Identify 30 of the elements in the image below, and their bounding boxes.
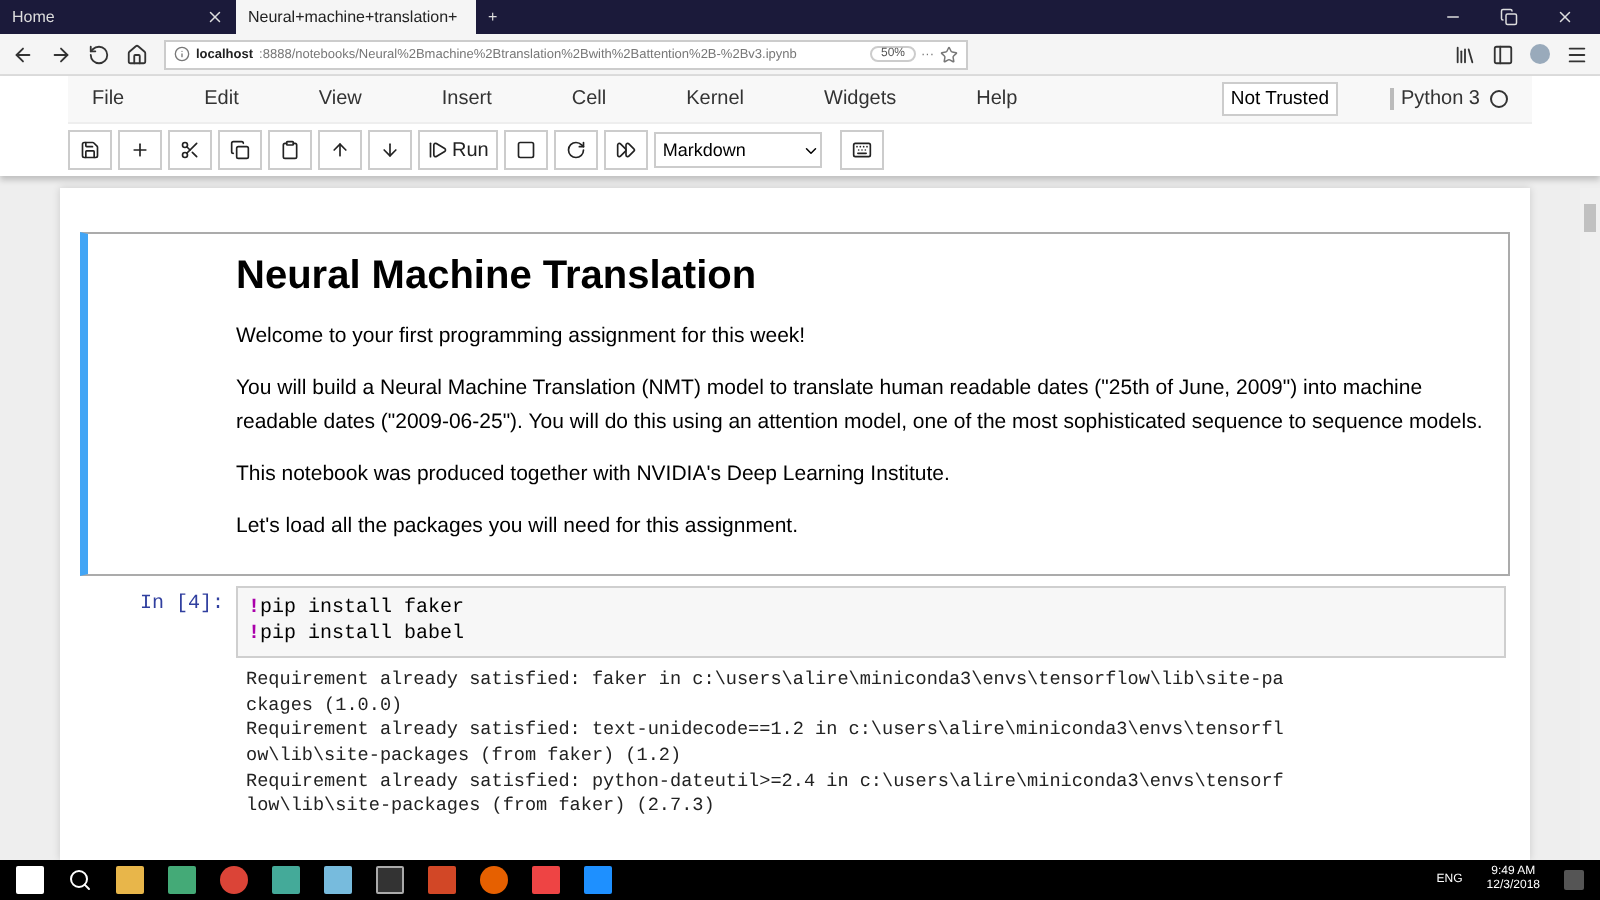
menu-item[interactable]: Help <box>976 88 1018 110</box>
menu-item[interactable]: Widgets <box>824 88 897 110</box>
code-line: !pip install faker <box>248 596 467 623</box>
output-line: ckages (1.0.0) <box>246 693 405 719</box>
output-line: ow\lib\site-packages (from faker) (1.2) <box>246 743 684 770</box>
code-input[interactable]: !pip install faker !pip install babel <box>236 586 1506 659</box>
paragraph: Let's load all the packages you will need for this assignment. <box>236 512 800 543</box>
menu-item[interactable]: Insert <box>441 88 492 110</box>
trust-indicator[interactable]: Not Trusted <box>1222 82 1338 116</box>
menu-item[interactable]: Edit <box>204 88 239 110</box>
input-prompt: In [4]: <box>137 591 226 621</box>
code-line: !pip install babel <box>248 622 467 649</box>
paragraph: Welcome to your first programming assignment for this week! <box>236 322 808 352</box>
new-tab-button[interactable]: + <box>476 0 516 34</box>
run-button[interactable]: Run <box>418 130 499 170</box>
output-line: low\lib\site-packages (from faker) (2.7.3) <box>246 794 717 820</box>
menu-item[interactable]: Cell <box>571 88 607 110</box>
kernel-name: Python 3 <box>1389 88 1508 110</box>
paragraph: You will build a Neural Machine Translation (NMT) model to translate human readable dates ("25th of June, 2009") into machine readable dates ("2009-06-25"). You will do this using an attention model, one of the most sophisticated sequence to sequence models. <box>236 374 1485 438</box>
cell-type-select[interactable]: Markdown <box>654 132 823 168</box>
browser-tab[interactable]: Home <box>0 0 236 34</box>
menu-item[interactable]: Kernel <box>686 88 745 110</box>
menu-item[interactable]: View <box>318 88 362 110</box>
notebook-title: Neural Machine Translation <box>236 254 759 300</box>
output-line: Requirement already satisfied: text-unidecode==1.2 in c:\users\alire\miniconda3\envs\tensorfl <box>246 718 1286 744</box>
paragraph: This notebook was produced together with NVIDIA's Deep Learning Institute. <box>236 459 952 490</box>
output-line: Requirement already satisfied: faker in c:\users\alire\miniconda3\envs\tensorflow\lib\site-pa <box>246 668 1286 694</box>
browser-tab[interactable]: Neural+machine+translation+ <box>236 0 476 34</box>
output-line: Requirement already satisfied: python-dateutil>=2.4 in c:\users\alire\miniconda3\envs\tensorf <box>246 769 1286 795</box>
menu-item[interactable]: File <box>92 88 125 110</box>
